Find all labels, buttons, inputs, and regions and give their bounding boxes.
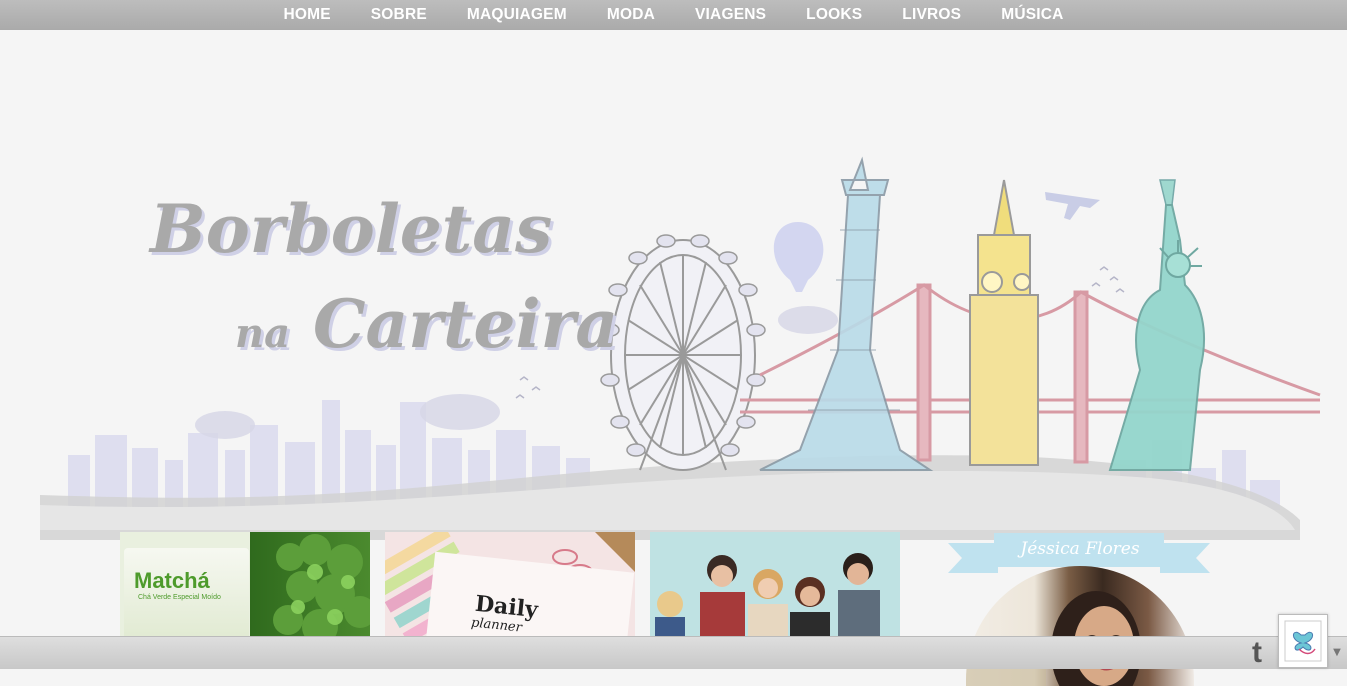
- butterfly-badge-icon[interactable]: [1278, 614, 1328, 668]
- nav-sobre[interactable]: SOBRE: [371, 6, 427, 24]
- blog-logo-subtitle[interactable]: na Carteira: [235, 285, 618, 363]
- blog-header: Borboletas na Carteira: [0, 30, 1347, 540]
- cast-photo-image: [650, 532, 900, 636]
- nav-looks[interactable]: LOOKS: [806, 6, 862, 24]
- featured-post-tv-show[interactable]: [650, 532, 900, 636]
- plant-leaves-image: [273, 534, 370, 636]
- blog-logo-word-carteira: Carteira: [312, 285, 619, 363]
- travel-skyline-illustration: [40, 156, 1321, 540]
- nav-musica[interactable]: MÚSICA: [1001, 6, 1063, 24]
- scroll-down-icon[interactable]: ▼: [1330, 646, 1344, 660]
- blog-logo-word-na: na: [235, 310, 290, 357]
- nav-maquiagem[interactable]: MAQUIAGEM: [467, 6, 567, 24]
- butterfly-icon: [1284, 620, 1322, 662]
- author-name: Jéssica Flores: [1020, 539, 1140, 559]
- nav-home[interactable]: HOME: [283, 6, 330, 24]
- blog-logo-title[interactable]: Borboletas: [150, 190, 552, 268]
- featured-post-matcha[interactable]: Matchá Chá Verde Especial Moído: [120, 532, 370, 636]
- top-nav: HOME SOBRE MAQUIAGEM MODA VIAGENS LOOKS …: [0, 0, 1347, 30]
- twitter-icon[interactable]: t: [1244, 638, 1270, 668]
- featured-post-planner[interactable]: Daily planner: [385, 532, 635, 636]
- nav-viagens[interactable]: VIAGENS: [695, 6, 766, 24]
- nav-livros[interactable]: LIVROS: [902, 6, 961, 24]
- nav-moda[interactable]: MODA: [607, 6, 655, 24]
- bottom-social-bar: [0, 636, 1347, 669]
